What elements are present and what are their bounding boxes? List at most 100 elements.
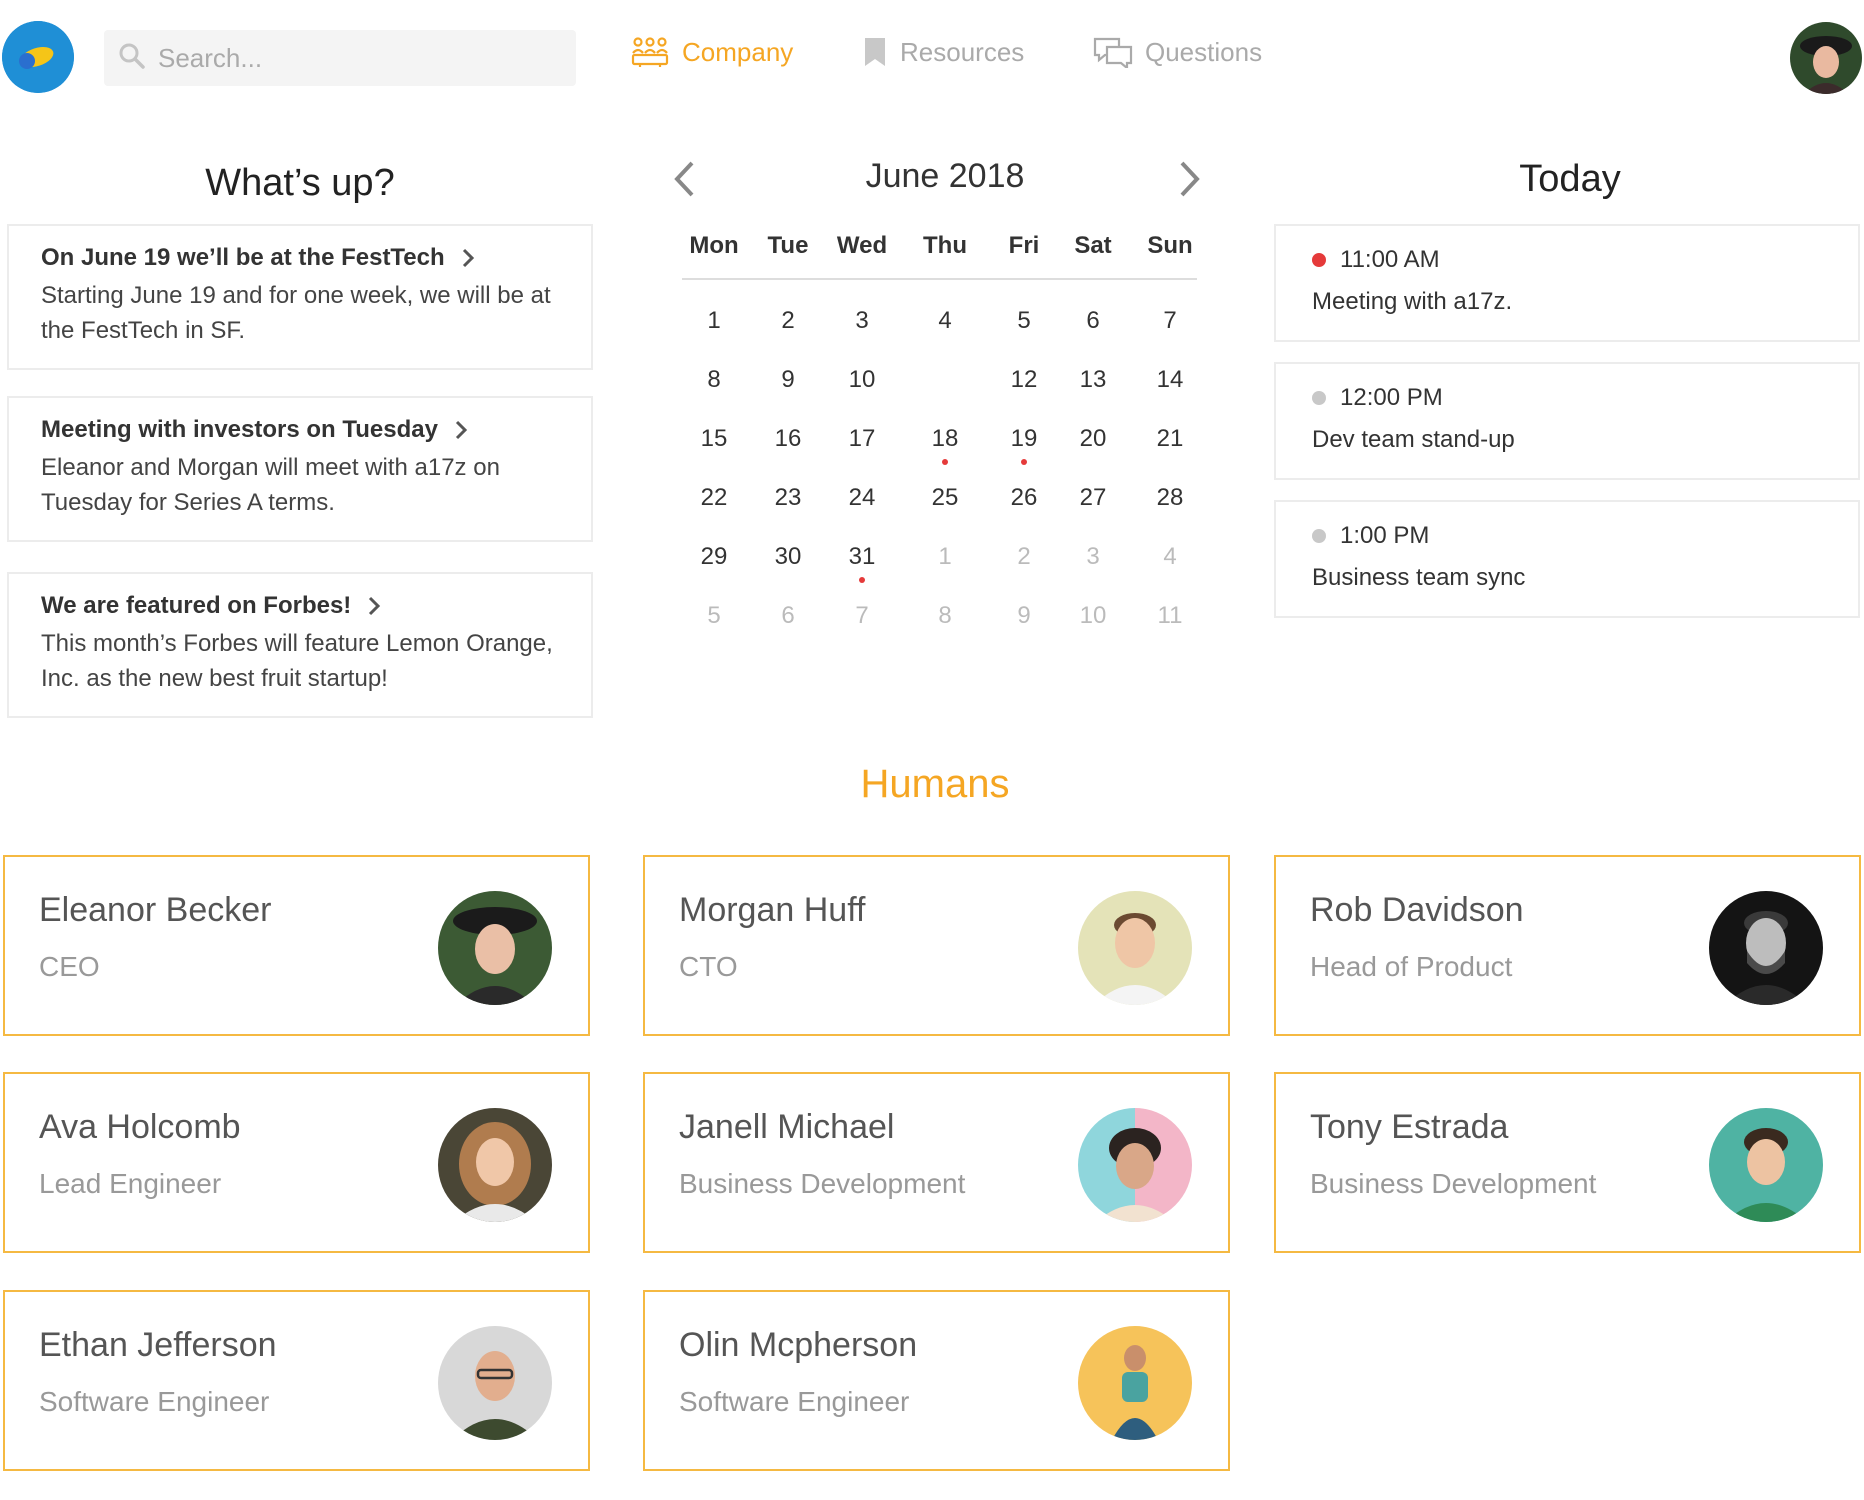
calendar-day[interactable]: 14 — [1140, 364, 1200, 396]
search-input[interactable] — [158, 42, 558, 74]
event-item[interactable]: 11:00 AM Meeting with a17z. — [1274, 224, 1860, 342]
news-body: Eleanor and Morgan will meet with a17z o… — [41, 454, 500, 516]
person-card[interactable]: Tony Estrada Business Development — [1274, 1072, 1861, 1253]
calendar-day[interactable]: 10 — [832, 364, 892, 396]
calendar-day[interactable]: 20 — [1063, 423, 1123, 455]
calendar-month-label: June 2018 — [865, 157, 1025, 195]
person-name: Morgan Huff — [679, 891, 866, 929]
person-card[interactable]: Eleanor Becker CEO — [3, 855, 590, 1036]
calendar-day[interactable]: 25 — [915, 482, 975, 514]
weekday-label: Mon — [689, 232, 739, 259]
news-title: We are featured on Forbes! — [41, 592, 561, 620]
calendar-day[interactable]: 18 — [915, 423, 975, 465]
event-time: 12:00 PM — [1312, 384, 1858, 412]
event-time-text: 11:00 AM — [1340, 246, 1440, 273]
user-avatar[interactable] — [1790, 22, 1862, 94]
calendar-day[interactable]: 12 — [994, 364, 1054, 396]
chevron-right-icon — [367, 595, 381, 617]
calendar-day[interactable]: 28 — [1140, 482, 1200, 514]
calendar-day[interactable]: 19 — [994, 423, 1054, 465]
calendar-day[interactable]: 31 — [832, 541, 892, 583]
calendar-day[interactable]: 9 — [994, 600, 1054, 632]
status-dot — [1312, 529, 1326, 543]
nav-questions[interactable]: Questions — [1093, 36, 1262, 68]
calendar-day[interactable]: 22 — [684, 482, 744, 514]
app-logo[interactable] — [2, 21, 74, 93]
calendar-day[interactable]: 5 — [684, 600, 744, 632]
status-dot — [1312, 391, 1326, 405]
people-icon — [630, 36, 670, 68]
person-role: Business Development — [1310, 1168, 1597, 1199]
calendar-day[interactable]: 2 — [758, 305, 818, 337]
calendar-day[interactable]: 4 — [1140, 541, 1200, 573]
person-name: Eleanor Becker — [39, 891, 272, 929]
person-card[interactable]: Ava Holcomb Lead Engineer — [3, 1072, 590, 1253]
person-name: Ava Holcomb — [39, 1108, 241, 1146]
person-role: Software Engineer — [679, 1386, 910, 1417]
calendar-day[interactable]: 4 — [915, 305, 975, 337]
event-time: 1:00 PM — [1312, 522, 1858, 550]
event-item[interactable]: 1:00 PM Business team sync — [1274, 500, 1860, 618]
calendar-day[interactable]: 7 — [832, 600, 892, 632]
nav-resources[interactable]: Resources — [862, 36, 1024, 68]
news-card[interactable]: Meeting with investors on Tuesday Eleano… — [7, 396, 593, 542]
chevron-right-icon — [1180, 161, 1200, 197]
status-dot — [1312, 253, 1326, 267]
calendar-day[interactable]: 8 — [684, 364, 744, 396]
calendar-day[interactable]: 1 — [684, 305, 744, 337]
event-time-text: 12:00 PM — [1340, 384, 1443, 411]
person-role: Business Development — [679, 1168, 966, 1199]
news-card[interactable]: We are featured on Forbes! This month’s … — [7, 572, 593, 718]
humans-title: Humans — [860, 762, 1010, 806]
calendar-day[interactable]: 27 — [1063, 482, 1123, 514]
nav-questions-label: Questions — [1145, 36, 1263, 67]
calendar-day[interactable]: 1 — [915, 541, 975, 573]
chat-bubbles-icon — [1093, 36, 1133, 68]
calendar-day[interactable]: 8 — [915, 600, 975, 632]
calendar-day[interactable]: 17 — [832, 423, 892, 455]
chevron-right-icon — [461, 247, 475, 269]
weekday-label: Wed — [836, 232, 888, 259]
calendar-day[interactable]: 26 — [994, 482, 1054, 514]
calendar-day[interactable]: 2 — [994, 541, 1054, 573]
calendar-day[interactable]: 5 — [994, 305, 1054, 337]
next-month-button[interactable] — [1176, 160, 1202, 198]
calendar-day[interactable]: 30 — [758, 541, 818, 573]
news-card[interactable]: On June 19 we’ll be at the FestTech Star… — [7, 224, 593, 370]
calendar-day[interactable]: 21 — [1140, 423, 1200, 455]
calendar-day[interactable]: 7 — [1140, 305, 1200, 337]
weekday-label: Thu — [923, 232, 967, 259]
person-card[interactable]: Ethan Jefferson Software Engineer — [3, 1290, 590, 1471]
person-card[interactable]: Rob Davidson Head of Product — [1274, 855, 1861, 1036]
calendar-day[interactable]: 13 — [1063, 364, 1123, 396]
event-item[interactable]: 12:00 PM Dev team stand-up — [1274, 362, 1860, 480]
nav-company[interactable]: Company — [630, 36, 793, 68]
search-icon — [118, 42, 146, 75]
news-body: This month’s Forbes will feature Lemon O… — [41, 630, 553, 692]
person-name: Tony Estrada — [1310, 1108, 1509, 1146]
calendar-day[interactable]: 6 — [758, 600, 818, 632]
calendar-day[interactable]: 16 — [758, 423, 818, 455]
search-box[interactable] — [104, 30, 576, 86]
event-description: Dev team stand-up — [1312, 426, 1515, 453]
person-name: Ethan Jefferson — [39, 1326, 277, 1364]
calendar-day[interactable]: 24 — [832, 482, 892, 514]
person-card[interactable]: Olin Mcpherson Software Engineer — [643, 1290, 1230, 1471]
news-title-text: Meeting with investors on Tuesday — [41, 416, 438, 443]
person-card[interactable]: Janell Michael Business Development — [643, 1072, 1230, 1253]
prev-month-button[interactable] — [672, 160, 698, 198]
calendar-day[interactable]: 3 — [1063, 541, 1123, 573]
calendar-day[interactable]: 29 — [684, 541, 744, 573]
calendar-day[interactable]: 23 — [758, 482, 818, 514]
calendar-day-selected[interactable]: 11 — [915, 357, 975, 401]
person-photo — [1078, 1326, 1192, 1440]
calendar-day[interactable]: 11 — [1140, 600, 1200, 632]
calendar-day[interactable]: 10 — [1063, 600, 1123, 632]
calendar-day[interactable]: 15 — [684, 423, 744, 455]
calendar-day[interactable]: 6 — [1063, 305, 1123, 337]
person-photo — [438, 1326, 552, 1440]
calendar-day[interactable]: 3 — [832, 305, 892, 337]
calendar-day[interactable]: 9 — [758, 364, 818, 396]
person-card[interactable]: Morgan Huff CTO — [643, 855, 1230, 1036]
event-description: Meeting with a17z. — [1312, 288, 1513, 315]
